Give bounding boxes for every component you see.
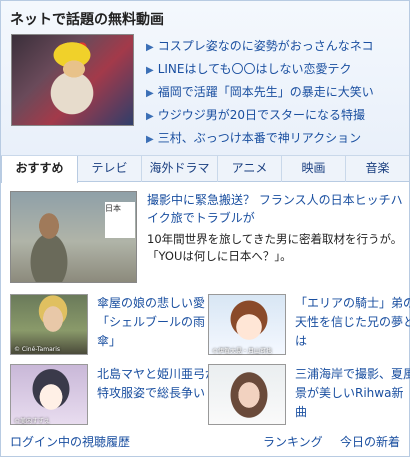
thumbnail-credit: © Ciné-Tamaris xyxy=(14,346,61,353)
trending-section: ネットで話題の無料動画 ▶ コスプレ姿なのに姿勢がおっさんなネコ ▶ LINEはして… xyxy=(1,1,409,156)
featured-description: 10年間世界を旅してきた男に密着取材を行うが。「YOUは何しに日本へ？」。 xyxy=(147,232,403,263)
video-widget: ネットで話題の無料動画 ▶ コスプレ姿なのに姿勢がおっさんなネコ ▶ LINEはして… xyxy=(0,0,410,457)
thumbnail-credit: ©伊賀大晃・月山可也 xyxy=(212,348,273,355)
grid-thumbnail[interactable]: ©伊賀大晃・月山可也 xyxy=(208,294,286,355)
grid-item-title[interactable]: 三浦海岸で撮影、夏風景が美しいRihwa新曲 xyxy=(295,365,410,422)
grid-item-title[interactable]: 「エリアの騎士」弟の天性を信じた兄の夢とは xyxy=(295,294,410,351)
tab-overseas-drama[interactable]: 海外ドラマ xyxy=(142,156,218,182)
tab-music[interactable]: 音楽 xyxy=(346,156,409,182)
featured-sign-text: 日本 xyxy=(105,204,121,213)
arrow-right-icon: ▶ xyxy=(146,88,154,99)
featured-title[interactable]: 撮影中に緊急搬送？ フランス人の日本ヒッチハイク旅でトラブルが xyxy=(147,191,405,227)
trending-thumbnail[interactable] xyxy=(11,34,134,126)
thumbnail-credit: ©美内すずえ xyxy=(14,418,51,425)
grid-item-title[interactable]: 北島マヤと姫川亜弓が特攻服姿で総長争い xyxy=(97,365,217,403)
tab-movies[interactable]: 映画 xyxy=(282,156,346,182)
grid-thumbnail[interactable]: ©美内すずえ xyxy=(10,364,88,425)
tab-tv[interactable]: テレビ xyxy=(78,156,142,182)
ranking-link[interactable]: ランキング xyxy=(263,433,323,450)
arrow-right-icon: ▶ xyxy=(146,65,154,76)
tab-recommended[interactable]: おすすめ xyxy=(1,156,78,183)
trending-link[interactable]: ▶ ウジウジ男が20日でスターになる特撮 xyxy=(146,106,365,123)
trending-link[interactable]: ▶ 三村、ぶっつけ本番で神リアクション xyxy=(146,129,361,146)
trending-link[interactable]: ▶ コスプレ姿なのに姿勢がおっさんなネコ xyxy=(146,37,373,54)
grid-thumbnail[interactable]: © Ciné-Tamaris xyxy=(10,294,88,355)
tab-anime[interactable]: アニメ xyxy=(218,156,282,182)
trending-link[interactable]: ▶ 福岡で活躍「岡本先生」の暴走に大笑い xyxy=(146,83,374,100)
arrow-right-icon: ▶ xyxy=(146,111,154,122)
grid-item-title[interactable]: 傘屋の娘の悲しい愛「シェルブールの雨傘」 xyxy=(97,294,217,351)
category-tabs: おすすめ テレビ 海外ドラマ アニメ 映画 音楽 xyxy=(1,156,409,183)
arrow-right-icon: ▶ xyxy=(146,134,154,145)
trending-link[interactable]: ▶ LINEはしても〇〇はしない恋愛テク xyxy=(146,60,352,77)
grid-thumbnail[interactable] xyxy=(208,364,286,425)
todays-new-link[interactable]: 今日の新着 xyxy=(340,433,400,450)
viewing-history-link[interactable]: ログイン中の視聴履歴 xyxy=(10,433,130,450)
section-title: ネットで話題の無料動画 xyxy=(10,12,164,28)
arrow-right-icon: ▶ xyxy=(146,42,154,53)
